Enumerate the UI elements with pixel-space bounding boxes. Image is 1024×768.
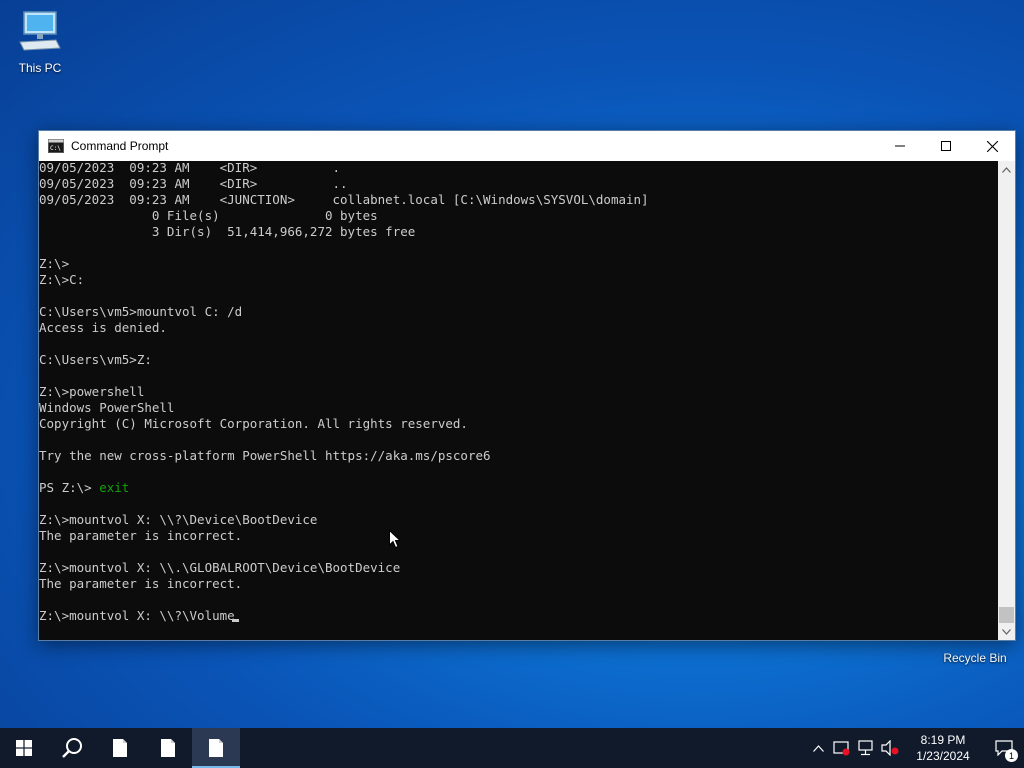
console-line: Z:\>	[39, 256, 70, 271]
mouse-pointer-icon	[389, 530, 401, 549]
maximize-button[interactable]	[923, 131, 969, 161]
console-line: Access is denied.	[39, 320, 167, 335]
clock-date: 1/23/2024	[916, 749, 970, 763]
document-icon	[113, 739, 127, 757]
current-input-text: Z:\>mountvol X: \\?\Volume	[39, 608, 235, 623]
console-current-input[interactable]: Z:\>mountvol X: \\?\Volume	[39, 608, 999, 624]
document-icon	[161, 739, 175, 757]
this-pc-desktop-icon[interactable]: This PC	[0, 8, 80, 75]
chevron-up-icon	[812, 744, 824, 752]
console-line: 3 Dir(s) 51,414,966,272 bytes free	[39, 224, 416, 239]
console-line: C:\Users\vm5>Z:	[39, 352, 152, 367]
notification-count-badge: 1	[1005, 749, 1018, 762]
console-line: Z:\>powershell	[39, 384, 145, 399]
console-line: Z:\>mountvol X: \\?\Device\BootDevice	[39, 512, 318, 527]
console-line: C:\Users\vm5>mountvol C: /d	[39, 304, 243, 319]
this-pc-label: This PC	[18, 61, 62, 75]
chevron-up-icon	[1002, 166, 1011, 173]
close-icon	[986, 140, 998, 152]
console-line: The parameter is incorrect.	[39, 576, 243, 591]
scrollbar-thumb[interactable]	[999, 607, 1014, 623]
chevron-down-icon	[1002, 628, 1011, 635]
console-line: 09/05/2023 09:23 AM <JUNCTION> collabnet…	[39, 192, 649, 207]
scroll-down-button[interactable]	[998, 623, 1015, 640]
close-button[interactable]	[969, 131, 1015, 161]
console-line: Z:\>mountvol X: \\.\GLOBALROOT\Device\Bo…	[39, 560, 401, 575]
ps-prompt: PS Z:\>	[39, 480, 100, 495]
start-button[interactable]	[0, 728, 48, 768]
taskbar-clock[interactable]: 8:19 PM 1/23/2024	[908, 732, 978, 764]
ps-command: exit	[99, 480, 130, 495]
network-tray-button[interactable]	[854, 728, 878, 768]
security-alert-icon	[833, 741, 850, 756]
minimize-button[interactable]	[877, 131, 923, 161]
taskbar: 8:19 PM 1/23/2024 1	[0, 728, 1024, 768]
computer-icon	[19, 11, 61, 51]
taskbar-app-1[interactable]	[96, 728, 144, 768]
search-button[interactable]	[48, 728, 96, 768]
console-line: Try the new cross-platform PowerShell ht…	[39, 448, 491, 463]
svg-text:C:\: C:\	[50, 145, 61, 152]
console-line-ps-exit: PS Z:\> exit	[39, 480, 999, 496]
security-tray-button[interactable]	[830, 728, 854, 768]
console-line: Z:\>C:	[39, 272, 85, 287]
command-prompt-window[interactable]: C:\ Command Prompt 09/05/2023 09:23 AM <…	[38, 130, 1016, 641]
system-tray: 8:19 PM 1/23/2024 1	[806, 728, 1024, 768]
taskbar-app-command-prompt[interactable]	[192, 728, 240, 768]
window-title: Command Prompt	[71, 139, 169, 153]
taskbar-app-2[interactable]	[144, 728, 192, 768]
console-line: Copyright (C) Microsoft Corporation. All…	[39, 416, 468, 431]
action-center-button[interactable]: 1	[984, 728, 1024, 768]
network-icon	[858, 740, 873, 756]
console-line: Windows PowerShell	[39, 400, 175, 415]
cmd-app-icon: C:\	[48, 139, 64, 153]
search-icon	[62, 738, 82, 758]
document-icon	[209, 739, 223, 757]
windows-logo-icon	[16, 740, 32, 756]
vertical-scrollbar[interactable]	[998, 161, 1015, 640]
console-line: The parameter is incorrect.	[39, 528, 243, 543]
volume-muted-icon	[881, 740, 899, 756]
clock-time: 8:19 PM	[920, 733, 966, 747]
show-hidden-icons-button[interactable]	[806, 728, 830, 768]
scroll-up-button[interactable]	[998, 161, 1015, 178]
console-line: 09/05/2023 09:23 AM <DIR> ..	[39, 176, 348, 191]
volume-tray-button[interactable]	[878, 728, 902, 768]
title-bar[interactable]: C:\ Command Prompt	[39, 131, 1015, 161]
minimize-icon	[895, 145, 905, 147]
text-cursor	[231, 619, 239, 622]
console-line: 0 File(s) 0 bytes	[39, 208, 378, 223]
console-line: 09/05/2023 09:23 AM <DIR> .	[39, 161, 341, 175]
recycle-bin-label: Recycle Bin	[943, 651, 1007, 665]
maximize-icon	[941, 141, 951, 151]
console-output[interactable]: 09/05/2023 09:23 AM <DIR> . 09/05/2023 09…	[39, 161, 999, 640]
